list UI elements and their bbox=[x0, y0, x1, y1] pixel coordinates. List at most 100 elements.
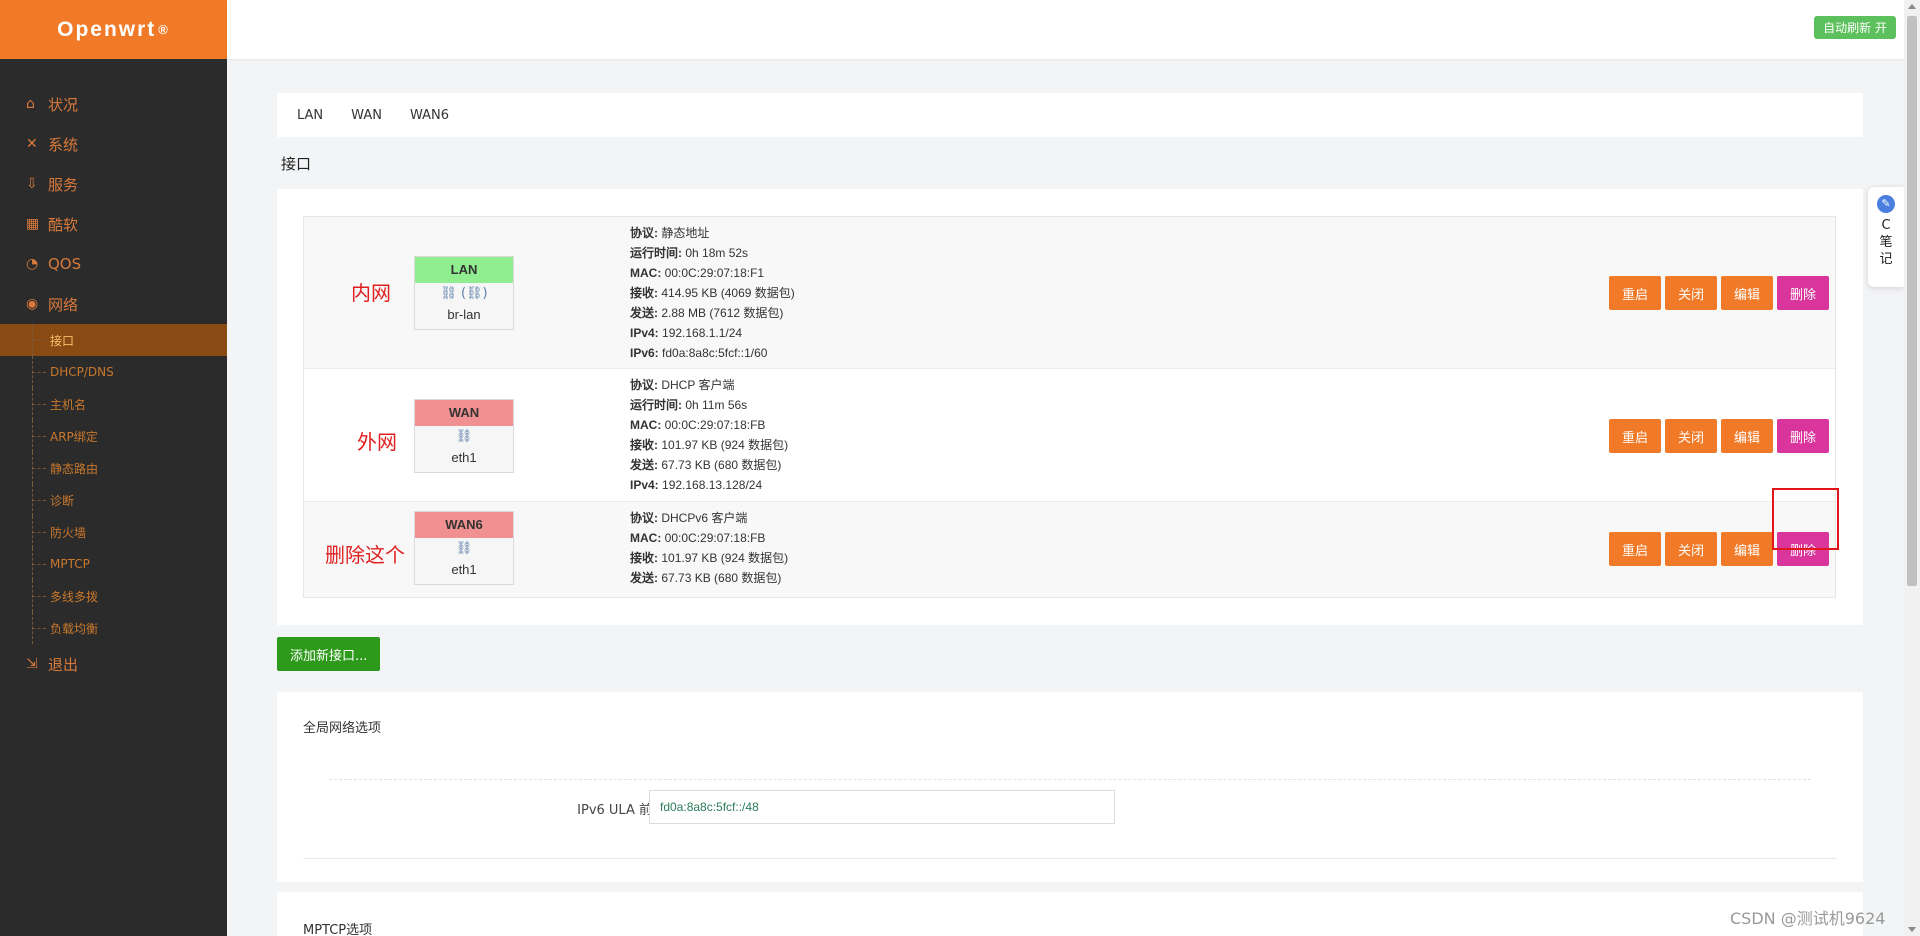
info-line: 接收: 414.95 KB (4069 数据包) bbox=[630, 286, 795, 300]
top-bar: 自动刷新 开 bbox=[227, 0, 1904, 59]
annotation-wan6: 删除这个 bbox=[325, 543, 405, 567]
interface-device: br-lan bbox=[447, 307, 481, 322]
section-title: 接口 bbox=[281, 154, 312, 173]
restart-button[interactable]: 重启 bbox=[1608, 276, 1661, 310]
stop-button[interactable]: 关闭 bbox=[1664, 532, 1717, 566]
globe-icon: ◉ bbox=[26, 296, 39, 312]
info-line: IPv6: fd0a:8a8c:5fcf::1/60 bbox=[630, 346, 768, 360]
info-line: 运行时间: 0h 18m 52s bbox=[630, 246, 749, 260]
page-scrollbar[interactable] bbox=[1904, 0, 1920, 936]
scroll-up-icon[interactable] bbox=[1908, 4, 1916, 9]
menu-label: 酷软 bbox=[48, 215, 79, 234]
menu-label: 网络 bbox=[48, 295, 79, 314]
sidebar: Openwrt ® ⌂ 状况 ✕ 系统 ⇩ 服务 ▦ 酷软 ◔ QOS ◉ 网络 … bbox=[0, 0, 227, 936]
interface-name: WAN6 bbox=[415, 512, 513, 538]
stop-button[interactable]: 关闭 bbox=[1664, 276, 1717, 310]
info-line: 接收: 101.97 KB (924 数据包) bbox=[630, 551, 789, 565]
edit-button[interactable]: 编辑 bbox=[1720, 532, 1773, 566]
tools-icon: ✕ bbox=[26, 136, 38, 152]
interface-row-wan: 外网 WAN ⛓ eth1 协议: DHCP 客户端 运行时间: 0h 11m … bbox=[304, 369, 1835, 502]
note-widget[interactable]: ✎ C 笔 记 bbox=[1868, 187, 1904, 287]
watermark: CSDN @测试机9624 bbox=[1730, 909, 1886, 928]
submenu-item-mptcp[interactable]: MPTCP bbox=[0, 548, 227, 580]
calendar-icon: ▦ bbox=[26, 216, 40, 232]
network-device-icon: ⛓ bbox=[455, 541, 473, 556]
interface-card-wan6: WAN6 ⛓ eth1 bbox=[414, 511, 514, 585]
add-interface-button[interactable]: 添加新接口... bbox=[277, 637, 381, 671]
note-widget-text: 笔 bbox=[1879, 235, 1893, 250]
stop-button[interactable]: 关闭 bbox=[1664, 419, 1717, 453]
menu-item-system[interactable]: ✕ 系统 bbox=[0, 124, 227, 164]
restart-button[interactable]: 重启 bbox=[1608, 419, 1661, 453]
submenu-item-diagnostics[interactable]: 诊断 bbox=[0, 484, 227, 516]
interface-row-wan6: 删除这个 WAN6 ⛓ eth1 协议: DHCPv6 客户端 MAC: 00:… bbox=[304, 488, 1839, 597]
annotation-lan: 内网 bbox=[351, 281, 391, 305]
tab-wan6[interactable]: WAN6 bbox=[410, 108, 449, 123]
interface-card-wan: WAN ⛓ eth1 bbox=[414, 399, 514, 473]
info-line: 发送: 2.88 MB (7612 数据包) bbox=[630, 306, 784, 320]
network-submenu: 接口 DHCP/DNS 主机名 ARP绑定 静态路由 诊断 防火墙 MPTCP … bbox=[0, 324, 227, 644]
menu-item-services[interactable]: ⇩ 服务 bbox=[0, 164, 227, 204]
submenu-item-interfaces[interactable]: 接口 bbox=[0, 324, 227, 356]
menu-label: 状况 bbox=[48, 95, 79, 114]
logout-icon: ⇲ bbox=[26, 656, 38, 672]
divider bbox=[329, 779, 1811, 780]
info-line: 协议: DHCPv6 客户端 bbox=[630, 511, 748, 525]
note-widget-text: C bbox=[1881, 218, 1891, 233]
interface-tabs: LAN WAN WAN6 bbox=[277, 93, 1863, 137]
interface-actions: 重启 关闭 编辑 删除 bbox=[1608, 276, 1829, 310]
menu-label: QOS bbox=[48, 255, 82, 273]
menu-label: 系统 bbox=[48, 135, 79, 154]
tab-lan[interactable]: LAN bbox=[297, 108, 323, 123]
menu-label: 服务 bbox=[48, 175, 79, 194]
edit-button[interactable]: 编辑 bbox=[1720, 276, 1773, 310]
edit-button[interactable]: 编辑 bbox=[1720, 419, 1773, 453]
tab-wan[interactable]: WAN bbox=[351, 108, 382, 123]
scroll-thumb[interactable] bbox=[1907, 16, 1917, 586]
global-network-options-panel: 全局网络选项 IPv6 ULA 前缀 bbox=[277, 692, 1863, 882]
submenu-item-static-routes[interactable]: 静态路由 bbox=[0, 452, 227, 484]
interfaces-panel: 内网 LAN ⛓ (⛓) br-lan 协议: 静态地址 运行时间: 0h 18… bbox=[277, 189, 1863, 625]
info-line: 协议: 静态地址 bbox=[630, 226, 710, 240]
annotation-wan: 外网 bbox=[357, 430, 397, 454]
submenu-item-arp-binding[interactable]: ARP绑定 bbox=[0, 420, 227, 452]
submenu-item-hostnames[interactable]: 主机名 bbox=[0, 388, 227, 420]
delete-highlight-box bbox=[1772, 488, 1839, 550]
scroll-down-icon[interactable] bbox=[1908, 927, 1916, 932]
gauge-icon: ◔ bbox=[26, 256, 39, 272]
info-line: IPv4: 192.168.13.128/24 bbox=[630, 478, 763, 492]
delete-button[interactable]: 删除 bbox=[1776, 419, 1829, 453]
note-widget-text: 记 bbox=[1879, 252, 1893, 267]
ula-prefix-label: IPv6 ULA 前缀 bbox=[577, 803, 665, 818]
menu-item-logout[interactable]: ⇲ 退出 bbox=[0, 644, 227, 684]
info-line: 运行时间: 0h 11m 56s bbox=[630, 398, 748, 412]
submenu-item-dhcp-dns[interactable]: DHCP/DNS bbox=[0, 356, 227, 388]
main-content: LAN WAN WAN6 接口 内网 LAN ⛓ (⛓) br-lan 协议: … bbox=[277, 93, 1863, 936]
info-line: MAC: 00:0C:29:07:18:F1 bbox=[630, 266, 765, 280]
note-icon: ✎ bbox=[1877, 195, 1895, 213]
restart-button[interactable]: 重启 bbox=[1608, 532, 1661, 566]
menu-item-network[interactable]: ◉ 网络 bbox=[0, 284, 227, 324]
interface-name: LAN bbox=[415, 257, 513, 283]
delete-button[interactable]: 删除 bbox=[1776, 276, 1829, 310]
menu-item-status[interactable]: ⌂ 状况 bbox=[0, 84, 227, 124]
ula-prefix-input[interactable] bbox=[649, 790, 1115, 824]
auto-refresh-toggle[interactable]: 自动刷新 开 bbox=[1814, 16, 1896, 39]
interface-info-wan: 协议: DHCP 客户端 运行时间: 0h 11m 56s MAC: 00:0C… bbox=[630, 375, 788, 495]
submenu-item-load-balancing[interactable]: 负载均衡 bbox=[0, 612, 227, 644]
interface-device: eth1 bbox=[451, 450, 477, 465]
submenu-item-firewall[interactable]: 防火墙 bbox=[0, 516, 227, 548]
interface-card-lan: LAN ⛓ (⛓) br-lan bbox=[414, 256, 514, 330]
info-line: IPv4: 192.168.1.1/24 bbox=[630, 326, 743, 340]
submenu-item-multiwan[interactable]: 多线多拨 bbox=[0, 580, 227, 612]
info-line: MAC: 00:0C:29:07:18:FB bbox=[630, 418, 766, 432]
interface-actions: 重启 关闭 编辑 删除 bbox=[1608, 419, 1829, 453]
brand-logo[interactable]: Openwrt ® bbox=[0, 0, 227, 59]
home-icon: ⌂ bbox=[26, 96, 35, 112]
menu-item-qos[interactable]: ◔ QOS bbox=[0, 244, 227, 284]
brand-name: Openwrt bbox=[57, 17, 157, 41]
interface-name: WAN bbox=[415, 400, 513, 426]
interface-info-wan6: 协议: DHCPv6 客户端 MAC: 00:0C:29:07:18:FB 接收… bbox=[630, 508, 788, 588]
menu-item-software[interactable]: ▦ 酷软 bbox=[0, 204, 227, 244]
global-options-title: 全局网络选项 bbox=[303, 721, 382, 736]
